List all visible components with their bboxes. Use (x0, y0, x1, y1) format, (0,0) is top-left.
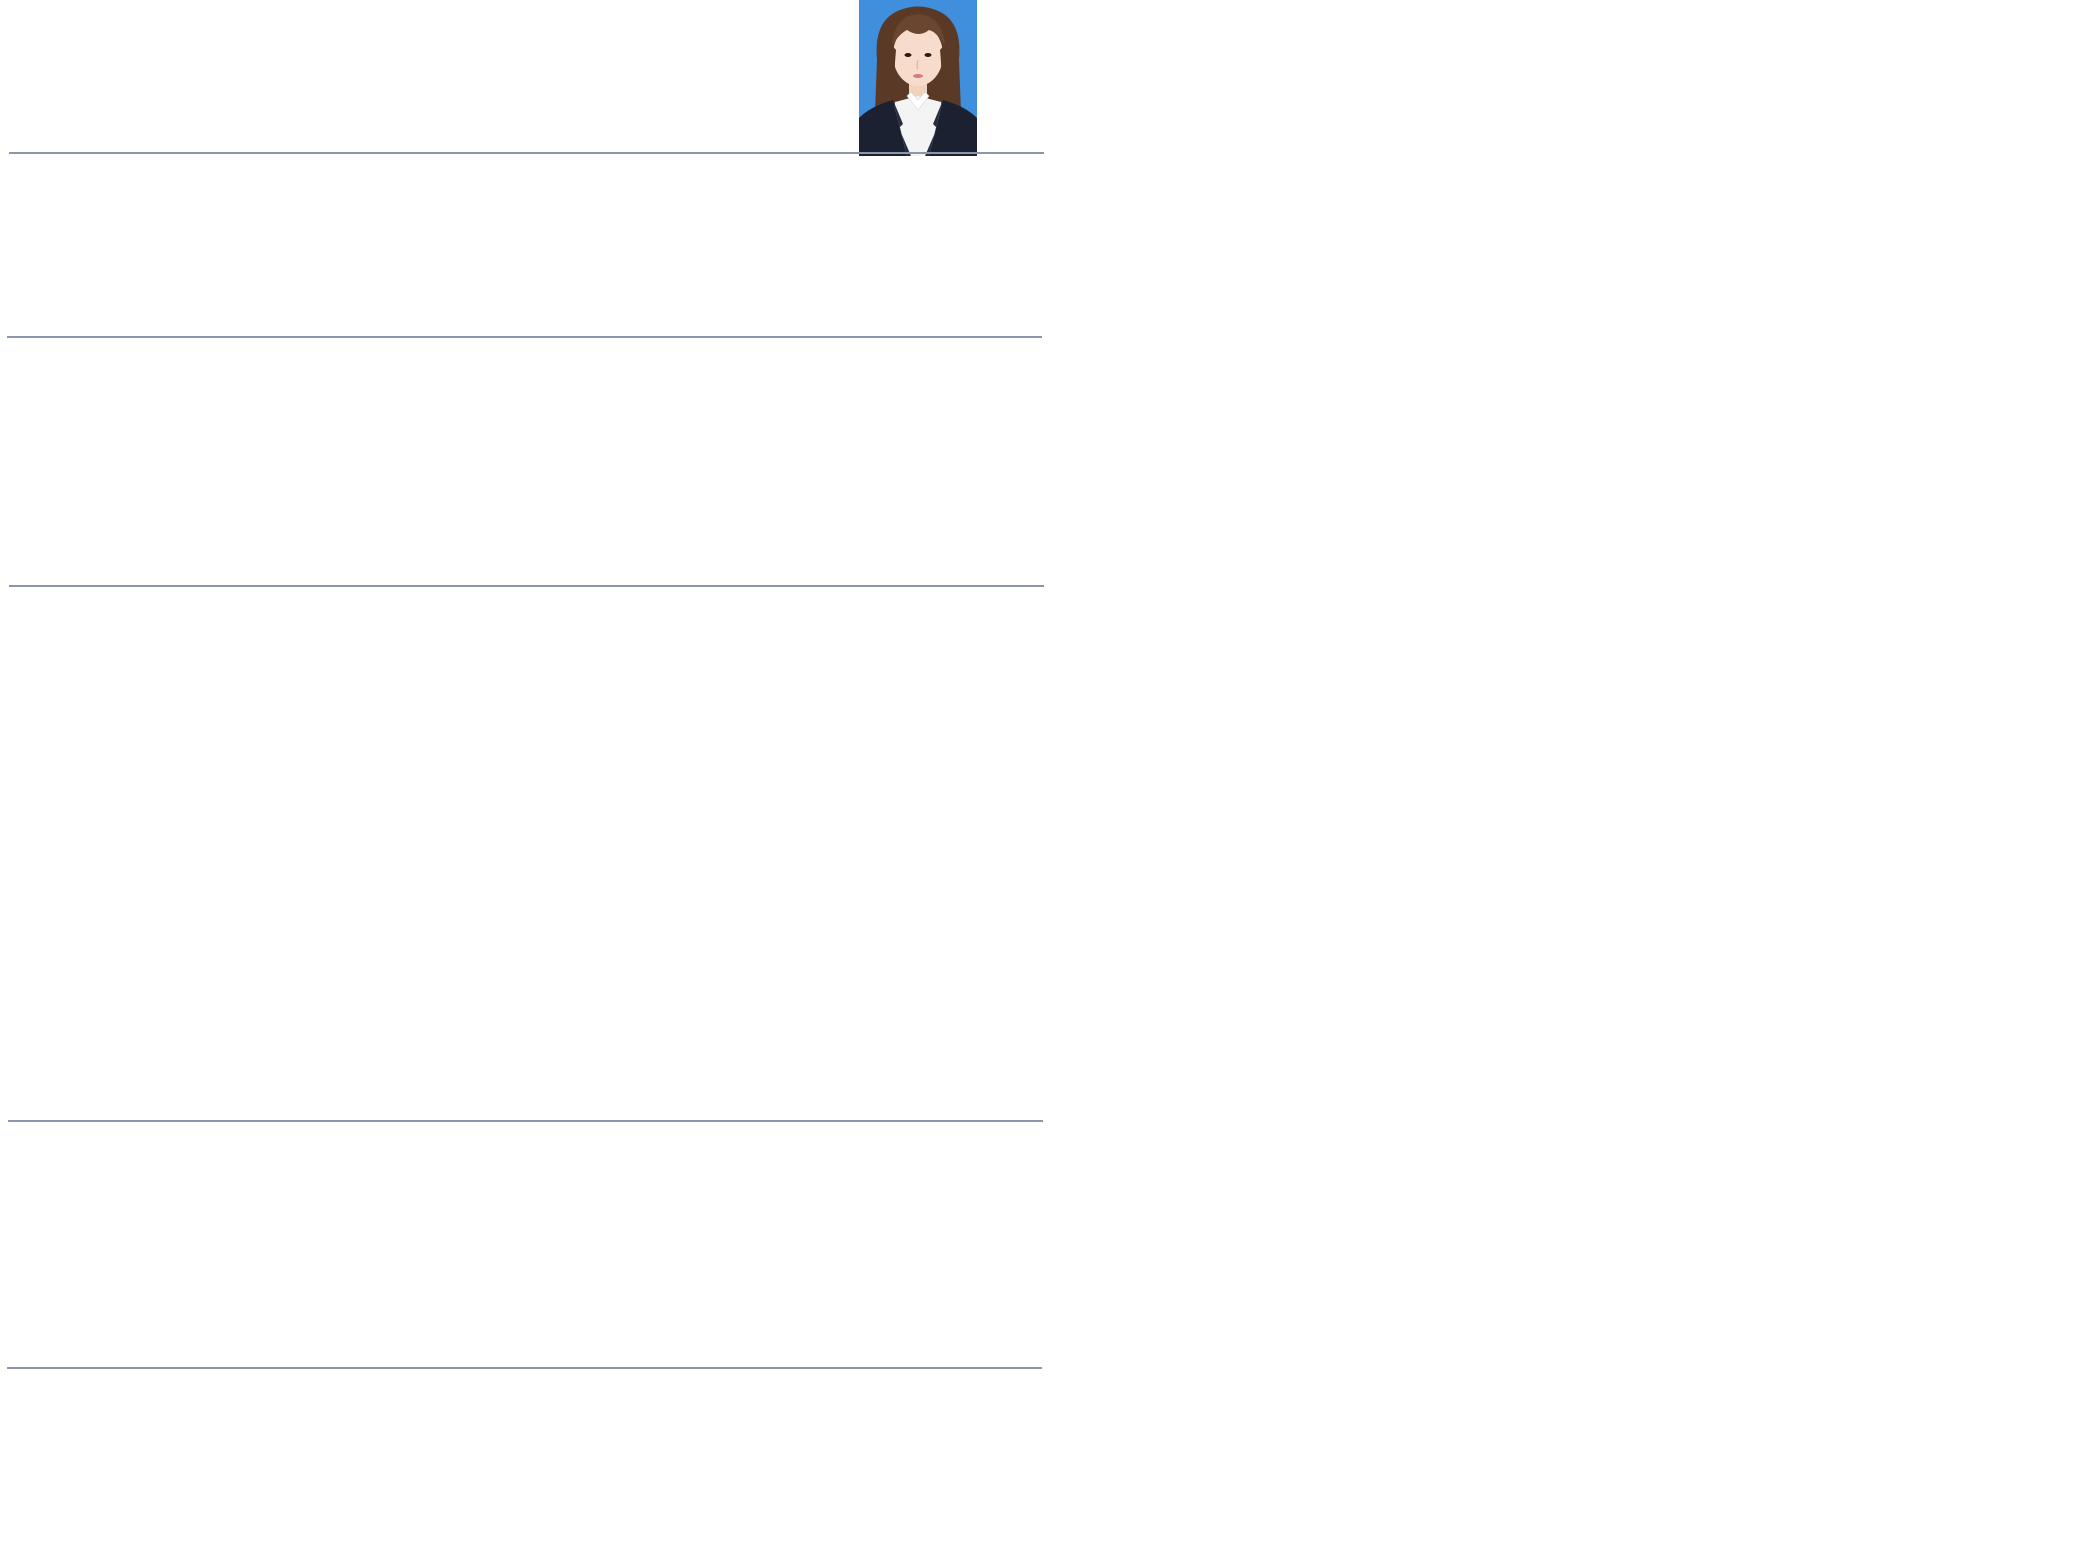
resume-page (0, 0, 2084, 1555)
section-divider (7, 1367, 1042, 1369)
section-divider (7, 336, 1042, 338)
section-divider (9, 152, 1044, 154)
section-divider (9, 585, 1044, 587)
portrait-photo-icon (859, 0, 977, 156)
section-divider (8, 1120, 1043, 1122)
profile-photo (859, 0, 977, 156)
